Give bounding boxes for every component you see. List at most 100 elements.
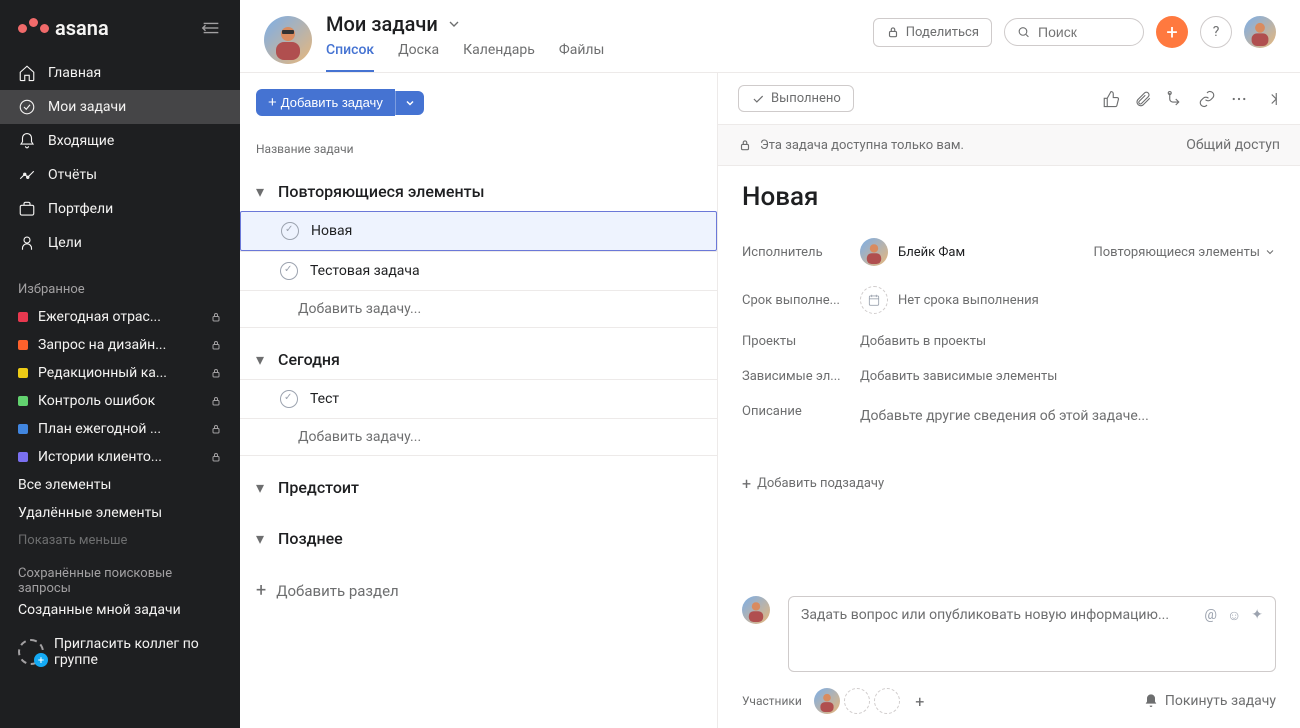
- share-button[interactable]: Поделиться: [873, 18, 992, 47]
- search-input[interactable]: [1038, 24, 1131, 40]
- favorite-name: Истории клиенто...: [38, 449, 200, 465]
- favorite-item[interactable]: Ежегодная отрас...: [0, 303, 240, 331]
- invite-teammates[interactable]: + Пригласить коллег по группе: [0, 624, 240, 680]
- search-icon: [1017, 24, 1030, 40]
- nav-inbox[interactable]: Входящие: [0, 124, 240, 158]
- nav-my-tasks[interactable]: Мои задачи: [0, 90, 240, 124]
- tab-доска[interactable]: Доска: [398, 42, 439, 72]
- task-row[interactable]: Тест: [240, 379, 717, 418]
- privacy-text: Эта задача доступна только вам.: [760, 138, 964, 153]
- add-section-button[interactable]: + Добавить раздел: [240, 564, 717, 617]
- followers-label: Участники: [742, 694, 802, 708]
- assignee-avatar: [860, 238, 888, 266]
- share-access-link[interactable]: Общий доступ: [1186, 137, 1280, 153]
- section-selector[interactable]: Повторяющиеся элементы: [1093, 245, 1276, 260]
- favorite-item[interactable]: Истории клиенто...: [0, 443, 240, 471]
- task-row[interactable]: Новая: [240, 211, 717, 251]
- project-color-dot: [18, 312, 28, 322]
- subtask-button[interactable]: [1166, 90, 1184, 108]
- sidebar-collapse-button[interactable]: [200, 17, 222, 39]
- nav-home[interactable]: Главная: [0, 56, 240, 90]
- deps-label: Зависимые эл...: [742, 369, 860, 384]
- nav-label: Главная: [48, 65, 101, 81]
- more-button[interactable]: [1230, 90, 1248, 108]
- all-items-link[interactable]: Все элементы: [0, 471, 240, 499]
- section-header[interactable]: ▾Сегодня: [240, 340, 717, 379]
- lock-icon: [210, 339, 222, 351]
- favorite-item[interactable]: Запрос на дизайн...: [0, 331, 240, 359]
- lock-icon: [210, 395, 222, 407]
- logo-text: asana: [55, 16, 109, 40]
- section-selector-label: Повторяющиеся элементы: [1093, 245, 1260, 260]
- help-button[interactable]: ?: [1200, 16, 1232, 48]
- deps-value[interactable]: Добавить зависимые элементы: [860, 369, 1057, 384]
- leave-task-button[interactable]: Покинуть задачу: [1143, 693, 1276, 709]
- nav-goals[interactable]: Цели: [0, 226, 240, 260]
- user-avatar-large[interactable]: [264, 16, 312, 64]
- projects-value[interactable]: Добавить в проекты: [860, 334, 986, 349]
- favorite-item[interactable]: План ежегодной ...: [0, 415, 240, 443]
- section-name: Сегодня: [278, 350, 340, 369]
- add-subtask-button[interactable]: + Добавить подзадачу: [742, 474, 1276, 493]
- section-header[interactable]: ▾Предстоит: [240, 468, 717, 507]
- due-value[interactable]: Нет срока выполнения: [860, 286, 1039, 314]
- close-panel-button[interactable]: [1262, 90, 1280, 108]
- add-task-dropdown[interactable]: [395, 91, 424, 115]
- task-title[interactable]: Новая: [742, 182, 1276, 212]
- add-subtask-label: Добавить подзадачу: [757, 476, 884, 491]
- section-name: Предстоит: [278, 478, 359, 497]
- home-icon: [18, 64, 36, 82]
- user-avatar-small[interactable]: [1244, 16, 1276, 48]
- attachment-button[interactable]: [1134, 90, 1152, 108]
- chevron-down-icon: [404, 97, 416, 109]
- section-header[interactable]: ▾Повторяющиеся элементы: [240, 172, 717, 211]
- task-row[interactable]: Тестовая задача: [240, 251, 717, 290]
- complete-checkbox[interactable]: [280, 262, 298, 280]
- complete-checkbox[interactable]: [281, 222, 299, 240]
- add-follower-button[interactable]: +: [910, 691, 930, 711]
- add-follower-placeholder[interactable]: [844, 688, 870, 714]
- favorite-item[interactable]: Редакционный ка...: [0, 359, 240, 387]
- description-input[interactable]: Добавьте другие сведения об этой задаче.…: [860, 404, 1149, 428]
- mention-icon[interactable]: @: [1204, 607, 1217, 624]
- add-task-inline[interactable]: Добавить задачу...: [240, 418, 717, 456]
- check-circle-icon: [18, 98, 36, 116]
- search-box[interactable]: [1004, 18, 1144, 46]
- nav-portfolios[interactable]: Портфели: [0, 192, 240, 226]
- nav-reports[interactable]: Отчёты: [0, 158, 240, 192]
- project-color-dot: [18, 396, 28, 406]
- tab-список[interactable]: Список: [326, 42, 374, 72]
- created-by-me-link[interactable]: Созданные мной задачи: [0, 596, 240, 624]
- global-add-button[interactable]: +: [1156, 16, 1188, 48]
- lock-icon: [210, 311, 222, 323]
- tab-календарь[interactable]: Календарь: [463, 42, 535, 72]
- star-icon[interactable]: ✦: [1251, 607, 1263, 624]
- add-task-inline[interactable]: Добавить задачу...: [240, 290, 717, 328]
- like-button[interactable]: [1102, 90, 1120, 108]
- emoji-icon[interactable]: ☺: [1227, 607, 1241, 624]
- link-button[interactable]: [1198, 90, 1216, 108]
- show-less-link[interactable]: Показать меньше: [0, 527, 240, 554]
- mark-complete-button[interactable]: Выполнено: [738, 85, 854, 112]
- favorite-name: Редакционный ка...: [38, 365, 200, 381]
- favorite-name: Контроль ошибок: [38, 393, 200, 409]
- add-section-label: Добавить раздел: [276, 582, 398, 600]
- follower-avatar[interactable]: [814, 688, 840, 714]
- comment-avatar: [742, 596, 770, 624]
- lock-icon: [886, 25, 900, 39]
- tab-файлы[interactable]: Файлы: [559, 42, 604, 72]
- complete-checkbox[interactable]: [280, 390, 298, 408]
- chevron-down-icon: [1264, 246, 1276, 258]
- add-follower-placeholder[interactable]: [874, 688, 900, 714]
- chevron-down-icon[interactable]: [446, 16, 462, 32]
- section-header[interactable]: ▾Позднее: [240, 519, 717, 558]
- logo[interactable]: asana: [18, 16, 109, 40]
- add-task-button[interactable]: + Добавить задачу: [256, 89, 395, 116]
- favorite-item[interactable]: Контроль ошибок: [0, 387, 240, 415]
- comment-input[interactable]: Задать вопрос или опубликовать новую инф…: [788, 596, 1276, 672]
- favorite-name: Ежегодная отрас...: [38, 309, 200, 325]
- assignee-value[interactable]: Блейк Фам: [860, 238, 965, 266]
- invite-icon: +: [18, 639, 44, 665]
- reports-icon: [18, 166, 36, 184]
- deleted-items-link[interactable]: Удалённые элементы: [0, 499, 240, 527]
